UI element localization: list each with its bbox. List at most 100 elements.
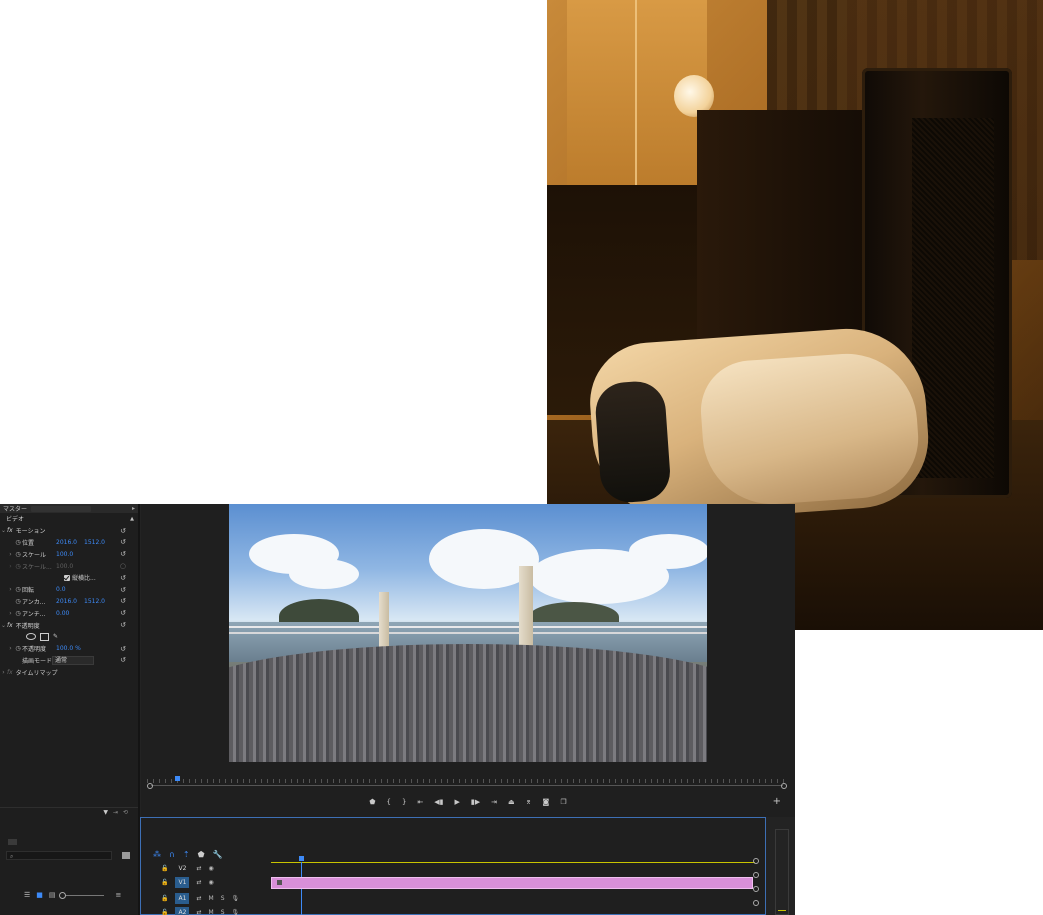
play-icon[interactable]: ▶ bbox=[455, 798, 460, 806]
lock-icon[interactable]: 🔓 bbox=[161, 879, 168, 886]
mark-out-icon[interactable]: } bbox=[402, 798, 406, 806]
blend-mode-dropdown[interactable]: 通常 bbox=[52, 655, 94, 665]
folder-icon[interactable] bbox=[8, 839, 17, 845]
eye-icon[interactable]: ◉ bbox=[209, 865, 214, 872]
track-label[interactable]: V1 bbox=[175, 877, 190, 888]
opacity-value[interactable]: 100.0 % bbox=[56, 645, 90, 652]
reset-icon[interactable]: ↺ bbox=[120, 645, 126, 653]
linked-selection-icon[interactable]: ⇡ bbox=[183, 850, 190, 859]
eye-icon[interactable]: ◉ bbox=[209, 879, 214, 886]
expand-icon[interactable]: › bbox=[7, 645, 14, 652]
playhead[interactable] bbox=[175, 776, 180, 781]
reset-icon[interactable]: ↺ bbox=[120, 574, 126, 582]
rotation-row[interactable]: › ◷ 回転 0.0 ↺ bbox=[0, 584, 138, 596]
menu-icon[interactable]: ≡ bbox=[116, 891, 122, 899]
go-to-in-icon[interactable]: ⇤ bbox=[417, 798, 423, 806]
snap-icon[interactable]: ∩ bbox=[169, 850, 175, 859]
position-y-value[interactable]: 1512.0 bbox=[84, 539, 112, 546]
rotation-value[interactable]: 0.0 bbox=[56, 586, 84, 593]
pen-mask-icon[interactable]: ✎ bbox=[53, 633, 58, 640]
solo-button[interactable]: S bbox=[221, 909, 225, 915]
out-handle[interactable] bbox=[781, 783, 787, 789]
expand-icon[interactable]: › bbox=[7, 610, 14, 617]
in-handle[interactable] bbox=[147, 783, 153, 789]
microphone-icon[interactable]: 🎙 bbox=[232, 909, 240, 915]
icon-view-icon[interactable]: ■ bbox=[36, 891, 43, 899]
lock-icon[interactable]: 🔓 bbox=[161, 909, 168, 915]
stopwatch-icon[interactable]: ◷ bbox=[14, 539, 22, 546]
anchor-row[interactable]: ◷ アンカ... 2016.0 1512.0 ↺ bbox=[0, 596, 138, 608]
video-clip[interactable] bbox=[271, 877, 753, 889]
position-row[interactable]: ◷ 位置 2016.0 1512.0 ↺ bbox=[0, 537, 138, 549]
scale-value[interactable]: 100.0 bbox=[56, 551, 84, 558]
time-remap-row[interactable]: › fx タイムリマップ bbox=[0, 666, 138, 678]
opacity-section-row[interactable]: ⌄ fx 不透明度 ↺ bbox=[0, 619, 138, 631]
scroll-up-icon[interactable]: ▲ bbox=[130, 516, 134, 522]
rectangle-mask-icon[interactable] bbox=[40, 632, 49, 641]
camera-icon[interactable]: ◙ bbox=[543, 798, 550, 806]
stopwatch-icon[interactable]: ◷ bbox=[14, 598, 22, 605]
stopwatch-icon[interactable]: ◷ bbox=[14, 610, 22, 617]
blend-mode-row[interactable]: 描画モード 通常 ↺ bbox=[0, 655, 138, 667]
zoom-slider[interactable] bbox=[58, 891, 104, 899]
go-to-out-icon[interactable]: ⇥ bbox=[491, 798, 497, 806]
lift-icon[interactable]: ⏏ bbox=[508, 798, 515, 806]
add-button-icon[interactable]: + bbox=[773, 796, 781, 807]
track-label[interactable]: V2 bbox=[175, 863, 189, 874]
sync-lock-icon[interactable]: ⇄ bbox=[196, 865, 201, 872]
marker-icon[interactable]: ⬟ bbox=[198, 850, 205, 859]
reset-icon[interactable]: ↺ bbox=[120, 538, 126, 546]
sync-lock-icon[interactable]: ⇄ bbox=[196, 879, 201, 886]
expand-arrow-icon[interactable]: ▸ bbox=[132, 505, 135, 512]
new-bin-icon[interactable] bbox=[122, 852, 130, 859]
fx-icon[interactable]: fx bbox=[7, 669, 13, 676]
track-label[interactable]: A1 bbox=[175, 893, 190, 904]
uniform-scale-row[interactable]: 縦横比... ↺ bbox=[0, 572, 138, 584]
reset-icon[interactable]: ↺ bbox=[120, 621, 126, 629]
position-x-value[interactable]: 2016.0 bbox=[56, 539, 84, 546]
loop-icon[interactable]: ⟲ bbox=[123, 809, 128, 816]
nest-icon[interactable]: ⁂ bbox=[153, 850, 161, 859]
filter-icon[interactable]: ▼ bbox=[103, 809, 108, 816]
expand-icon[interactable]: › bbox=[7, 586, 14, 593]
solo-button[interactable]: S bbox=[221, 895, 225, 902]
reset-icon[interactable]: ↺ bbox=[120, 527, 126, 535]
list-view-icon[interactable]: ☰ bbox=[24, 891, 30, 899]
uniform-scale-checkbox[interactable] bbox=[64, 574, 70, 581]
anchor-x-value[interactable]: 2016.0 bbox=[56, 598, 84, 605]
fx-icon[interactable]: fx bbox=[7, 622, 13, 629]
work-area-bar[interactable] bbox=[271, 862, 755, 863]
expand-icon[interactable]: › bbox=[0, 669, 7, 676]
video-frame[interactable] bbox=[229, 504, 707, 762]
extract-icon[interactable]: ⌆ bbox=[526, 798, 532, 806]
collapse-icon[interactable]: ⌄ bbox=[0, 527, 7, 534]
mute-button[interactable]: M bbox=[209, 909, 214, 915]
wrench-icon[interactable]: 🔧 bbox=[213, 850, 223, 859]
export-icon[interactable]: ⇥ bbox=[113, 809, 118, 816]
stopwatch-icon[interactable]: ◷ bbox=[14, 551, 22, 558]
clip-dropdown[interactable] bbox=[31, 505, 92, 512]
program-timeline-ruler[interactable] bbox=[147, 774, 787, 789]
stopwatch-icon[interactable]: ◷ bbox=[14, 645, 22, 652]
ellipse-mask-icon[interactable] bbox=[26, 633, 36, 641]
reset-icon[interactable]: ↺ bbox=[120, 597, 126, 605]
motion-row[interactable]: ⌄ fx モーション ↺ bbox=[0, 525, 138, 537]
fx-icon[interactable]: fx bbox=[7, 527, 13, 534]
compare-view-icon[interactable]: ❐ bbox=[560, 798, 566, 806]
reset-icon[interactable]: ↺ bbox=[120, 656, 126, 664]
reset-icon[interactable]: ↺ bbox=[120, 586, 126, 594]
mark-in-icon[interactable]: { bbox=[386, 798, 390, 806]
collapse-icon[interactable]: ⌄ bbox=[0, 622, 7, 629]
track-label[interactable]: A2 bbox=[175, 907, 190, 915]
step-back-icon[interactable]: ◀▮ bbox=[434, 798, 443, 806]
anchor-y-value[interactable]: 1512.0 bbox=[84, 598, 112, 605]
project-search-input[interactable]: ⌕ bbox=[6, 851, 112, 860]
timeline-scrollbar[interactable] bbox=[753, 858, 759, 913]
antiflicker-row[interactable]: › ◷ アンチ... 0.00 ↺ bbox=[0, 607, 138, 619]
microphone-icon[interactable]: 🎙 bbox=[232, 895, 240, 902]
stopwatch-icon[interactable]: ◷ bbox=[14, 586, 22, 593]
lock-icon[interactable]: 🔓 bbox=[161, 865, 168, 872]
antiflicker-value[interactable]: 0.00 bbox=[56, 610, 84, 617]
freeform-view-icon[interactable]: ▤ bbox=[49, 891, 56, 899]
reset-icon[interactable]: ↺ bbox=[120, 550, 126, 558]
